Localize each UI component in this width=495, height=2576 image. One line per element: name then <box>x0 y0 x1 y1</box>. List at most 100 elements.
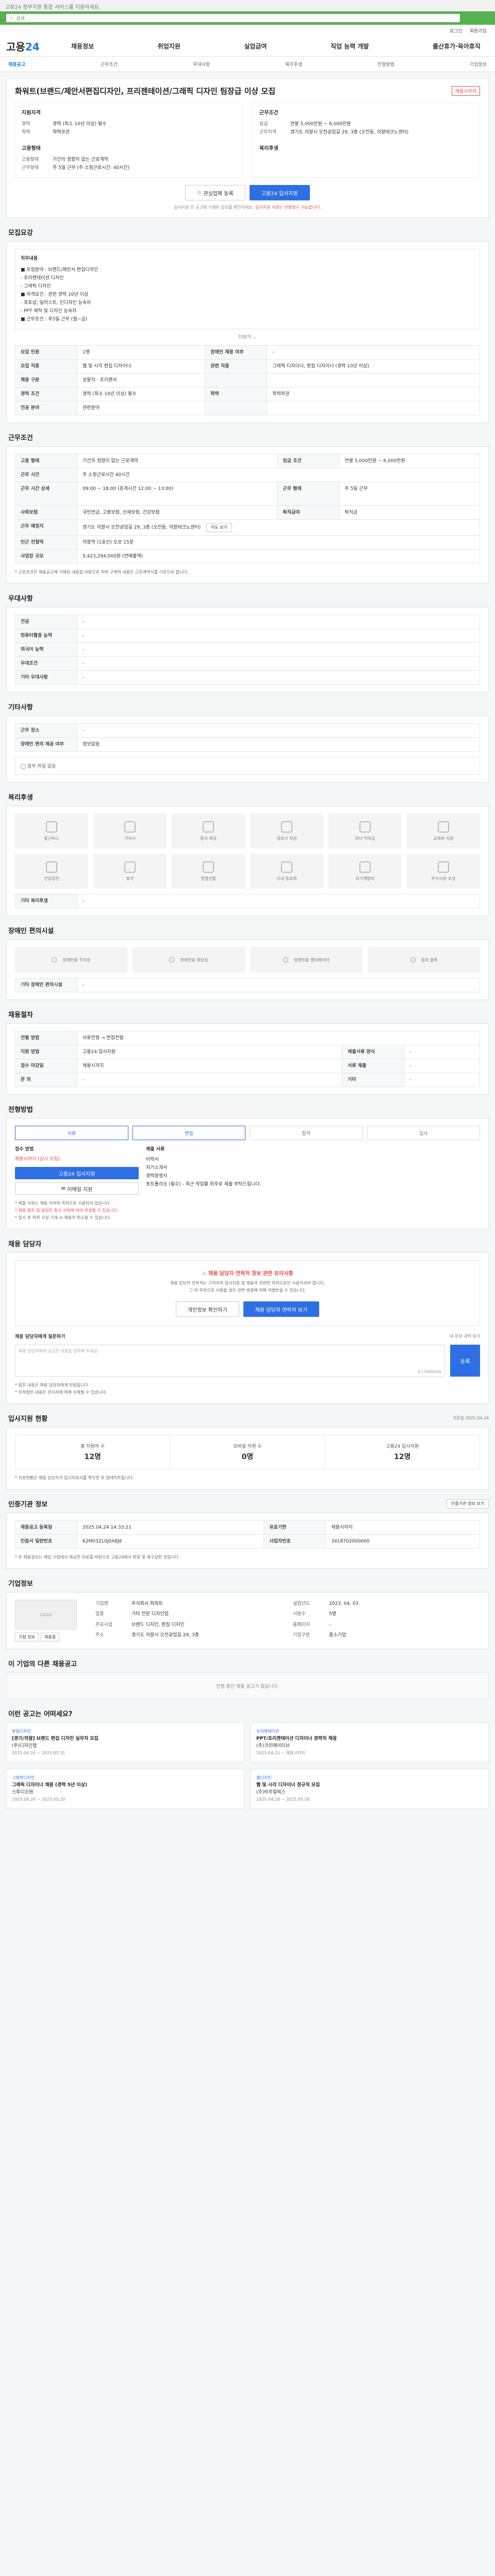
gnb-item[interactable]: 채용정보 <box>68 42 97 50</box>
tab-preference[interactable]: 우대사항 <box>191 61 212 67</box>
company-jobs-button[interactable]: 채용중 <box>40 1633 60 1641</box>
my-qa-link[interactable]: 내 문의 내역 보기 <box>450 1333 480 1339</box>
view-contact-button[interactable]: 채용 담당자 연락처 보기 <box>243 1301 320 1317</box>
company-info: 기업명 주식회사 화워트 설립년도 2023. 04. 03 업종 기타 전문 디자인… <box>95 1601 359 1638</box>
contact-warning: ⚠ 채용 담당자 연락처 정보 관련 유의사항 채용 담당자 연락처는 구직자의… <box>15 1260 480 1326</box>
alert-icon: ⚠ <box>202 1271 208 1277</box>
qa-submit-button[interactable]: 등록 <box>450 1345 480 1377</box>
elevator-icon <box>283 957 289 962</box>
section-tabs: 채용공고 근무조건 우대사항 복리후생 전형방법 기업정보 <box>0 57 495 72</box>
welfare-etc-table: 기타 복리후생 - <box>15 894 480 908</box>
company-logo: LOGO <box>15 1600 77 1630</box>
contact-card: ⚠ 채용 담당자 연락처 정보 관련 유의사항 채용 담당자 연락처는 구직자의… <box>6 1252 489 1404</box>
tab-company[interactable]: 기업정보 <box>468 61 489 67</box>
disability-item: 장애인용 화장실 <box>133 947 245 973</box>
process-step: 합격 <box>250 1126 363 1140</box>
recommend-card[interactable]: 그래픽디자인 그래픽 디자이너 채용 (경력 5년 이상) 스튜디오원 2025… <box>6 1769 244 1809</box>
welfare-item: 사내 동호회 <box>250 854 323 889</box>
cert-info-button[interactable]: 인증기관 정보 보기 <box>447 1499 489 1509</box>
process-step: 서류 <box>15 1126 128 1140</box>
privacy-check-button[interactable]: 개인정보 확인하기 <box>175 1301 239 1317</box>
company-card: LOGO 기업 정보 채용중 기업명 주식회사 화워트 설립년도 2023. 04.… <box>6 1592 489 1649</box>
more-button[interactable]: 더보기 ⌄ <box>15 333 480 340</box>
job-summary-card: 채용시까지 화워트(브랜드/제안서편집디자인, 프리젠테이션/그래픽 디자인 팀… <box>6 78 489 218</box>
info-card: 채용공고 등록일 2025.04.24 14:33:21 유효기한 채용시까지 인증서… <box>6 1513 489 1569</box>
search-bar: ⌕ 검색 <box>0 11 495 25</box>
bus-icon <box>46 821 57 833</box>
table-row: 컴퓨터활용 능력 - <box>15 629 480 643</box>
condition-card: 고용 형태 기간의 정함이 없는 근로계약 임금 조건 연봉 5,000만원 ~ 6,… <box>6 446 489 584</box>
tab-process[interactable]: 전형방법 <box>375 61 397 67</box>
tab-condition[interactable]: 근무조건 <box>98 61 120 67</box>
stats-title: 입사지원 현황 <box>8 1415 48 1423</box>
welfare-item: 교육비 지원 <box>407 814 480 849</box>
other-table: 근무 장소 - 장애인 편의 제공 여부 정보없음 <box>15 723 480 752</box>
table-row: 기타 우대사항 - <box>15 670 480 685</box>
stats-note: * 지원현황은 채용 담당자가 입사지원서를 확인한 후 업데이트됩니다. <box>15 1476 134 1480</box>
apply-button-2[interactable]: 고용24 입사지원 <box>15 1167 139 1179</box>
company-info-button[interactable]: 기업 정보 <box>15 1633 39 1641</box>
club-icon <box>281 861 292 873</box>
health-icon <box>46 861 57 873</box>
search-input[interactable]: ⌕ 검색 <box>6 14 460 22</box>
table-row: 고용 형태 기간의 정함이 없는 근로계약 임금 조건 연봉 5,000만원 ~ 6,… <box>15 454 480 468</box>
disability-card: 장애인용 주차장 장애인용 화장실 장애인용 엘리베이터 점자 블록 기타 장애… <box>6 939 489 1000</box>
table-row: 모집 직종 웹 및 시각 편집 디자이너 관련 직종 그래픽 디자이너, 편집 디자이… <box>15 359 480 374</box>
contact-title: 채용 담당자 <box>8 1241 42 1248</box>
meal-icon <box>203 821 214 833</box>
login-link[interactable]: 로그인 <box>450 27 463 34</box>
disability-title: 장애인 편의시설 <box>8 927 54 935</box>
info-table: 채용공고 등록일 2025.04.24 14:33:21 유효기한 채용시까지 인증서… <box>15 1520 480 1549</box>
recruit-card: 직무내용 ■ 모집분야 : 브랜드/제안서 편집디자인 - 프리젠테이션 디자인… <box>6 241 489 423</box>
welfare-item: 우수사원 포상 <box>407 854 480 889</box>
disability-item: 장애인용 엘리베이터 <box>250 947 362 973</box>
table-row: 전공 - <box>15 615 480 629</box>
gnb-item[interactable]: 취업지원 <box>155 42 184 50</box>
brand-logo[interactable]: 고용24 <box>6 39 68 54</box>
gnb-item[interactable]: 실업급여 <box>241 42 270 50</box>
util-links: 로그인 회원가입 <box>0 25 495 36</box>
process-card: 서류 면접 합격 입사 접수 방법 채용시까지 (상시 모집) 고용24 입사지… <box>6 1118 489 1229</box>
global-nav: 고용24 채용정보 취업지원 실업급여 직업 능력 개발 출산휴가·육아휴직 <box>0 36 495 57</box>
apply-method: 접수 방법 채용시까지 (상시 모집) 고용24 입사지원 ✉ 이메일 지원 <box>15 1145 139 1195</box>
growth-icon <box>359 861 371 873</box>
top-notice: 고용24 정부지원 통합 서비스를 이용하세요. <box>0 0 495 11</box>
disability-etc-table: 기타 장애인 편의시설 - <box>15 978 480 992</box>
table-row: 인증서 일련번호 K2M03ZL0J0A8J8 사업자번호 3418702000000 <box>15 1534 480 1549</box>
disability-item: 점자 블록 <box>368 947 480 973</box>
table-row: 근무 시간 주 소정근로시간 40시간 <box>15 468 480 482</box>
attachment-box: 첨부 파일 없음 <box>15 757 480 775</box>
qa-textarea[interactable]: 채용 담당자에게 궁금한 내용을 입력해 주세요. 0 / 500byte <box>15 1345 445 1377</box>
book-icon <box>438 821 449 833</box>
welfare-item: 기숙사 <box>93 814 167 849</box>
tab-recruit[interactable]: 채용공고 <box>6 61 27 67</box>
qualification-box: 지원자격 경력 경력 (최소 10년 이상) 필수 학력 학력무관 고용형태 고용형… <box>15 103 242 178</box>
gnb-item[interactable]: 직업 능력 개발 <box>327 42 372 50</box>
preference-card: 전공 - 컴퓨터활용 능력 - 외국어 능력 - 우대조건 - 기타 우대사항 - <box>6 607 489 692</box>
map-button[interactable]: 지도 보기 <box>206 523 233 532</box>
table-row: 근무 예정지 경기도 의왕시 오전공업길 29, 3층 (오전동, 의왕테크노센터… <box>15 519 480 536</box>
preference-table: 전공 - 컴퓨터활용 능력 - 외국어 능력 - 우대조건 - 기타 우대사항 - <box>15 615 480 685</box>
recruit-title: 모집요강 <box>8 229 33 237</box>
gnb-item[interactable]: 출산휴가·육아휴직 <box>430 42 484 50</box>
vacation-icon <box>124 861 136 873</box>
recommend-card[interactable]: 프리젠테이션 PPT/프리젠테이션 디자이너 경력직 채용 (주)크리에이티브 … <box>251 1722 489 1762</box>
recommend-card[interactable]: 웹디자인 웹 및 시각 디자이너 정규직 모집 (주)비주얼웍스 2025.04… <box>251 1769 489 1809</box>
condition-title: 근무조건 <box>8 434 33 442</box>
recommend-card[interactable]: 편집디자인 [경기/의왕] 브랜드 편집 디자인 실무자 모집 (주)디자인랩 … <box>6 1722 244 1762</box>
table-row: 근무 시간 상세 09:00 ~ 18:00 (휴게시간 12:00 ~ 13:0… <box>15 482 480 506</box>
apply-button[interactable]: 고용24 입사지원 <box>249 185 310 200</box>
stat-total: 총 지원자 수 12명 <box>15 1435 171 1469</box>
stats-card: 총 지원자 수 12명 모바일 지원 수 0명 고용24 입사지원 12명 * 지원현… <box>6 1427 489 1489</box>
tab-welfare[interactable]: 복리후생 <box>283 61 304 67</box>
welfare-item: 건강검진 <box>15 854 88 889</box>
email-apply-button[interactable]: ✉ 이메일 지원 <box>15 1182 139 1195</box>
scrap-button[interactable]: ☆ 관심업체 등록 <box>185 185 245 200</box>
braille-icon <box>410 957 416 962</box>
deadline-badge: 채용시까지 <box>451 86 480 96</box>
table-row: 문 의 - 기타 - <box>15 1073 480 1087</box>
signup-link[interactable]: 회원가입 <box>470 27 487 34</box>
present-icon <box>203 861 214 873</box>
parking-icon <box>52 957 57 962</box>
selection-title: 채용절차 <box>8 1011 33 1019</box>
